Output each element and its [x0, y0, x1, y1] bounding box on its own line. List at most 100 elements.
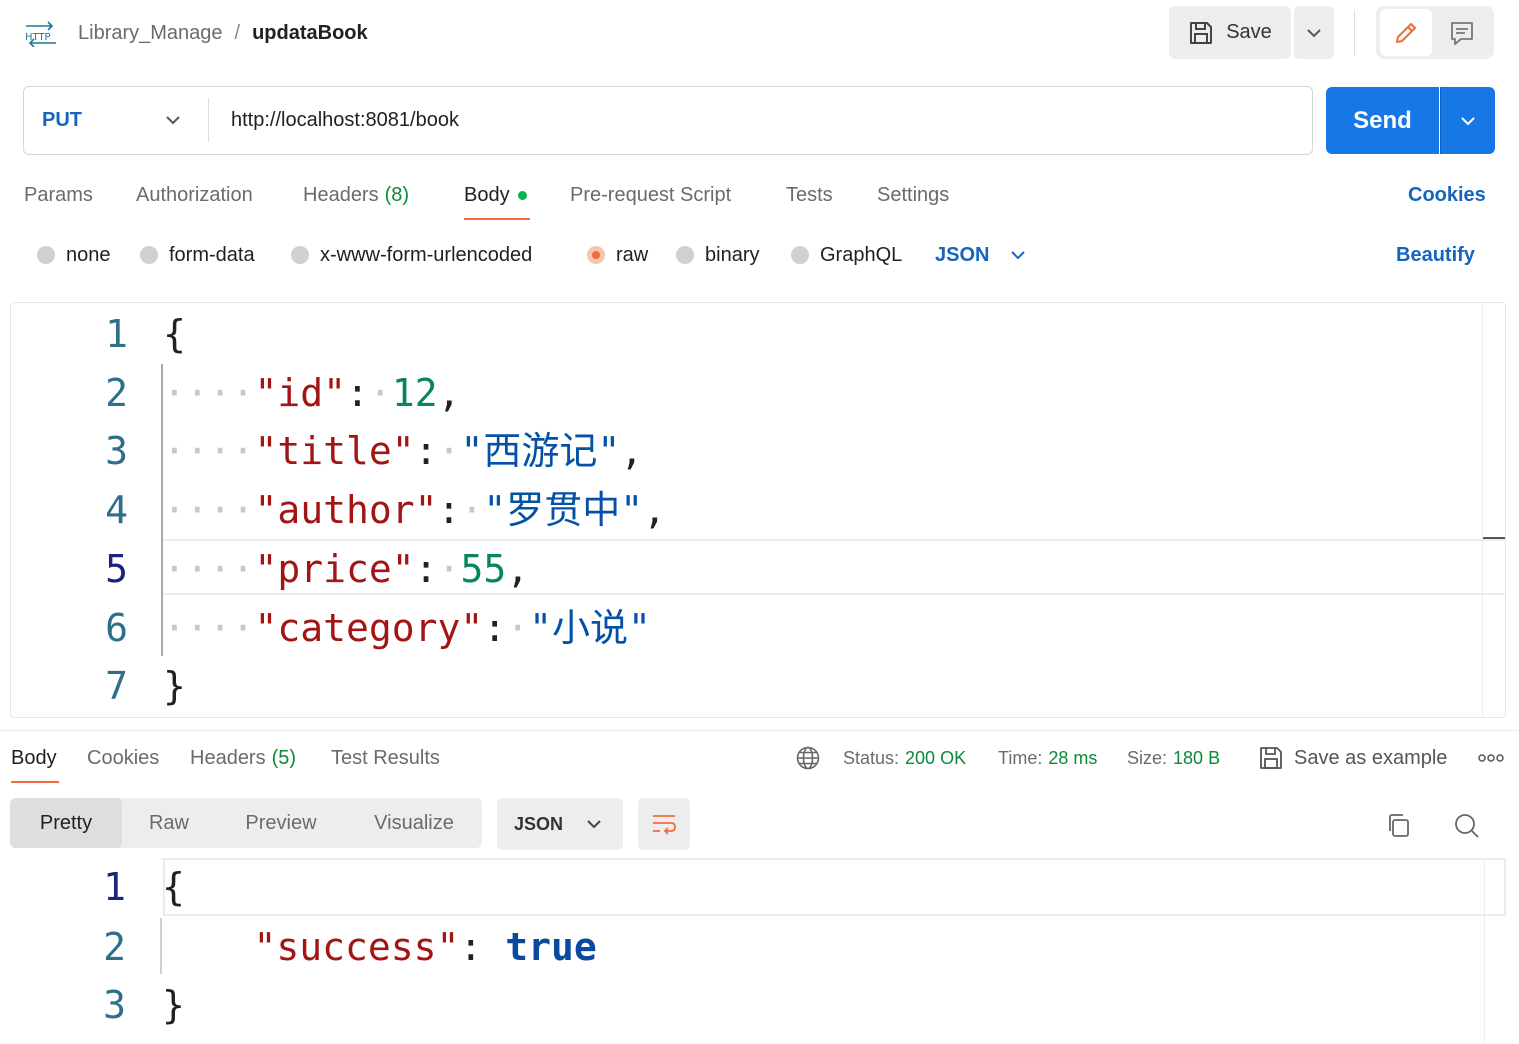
save-as-example-button[interactable]: Save as example [1258, 743, 1447, 773]
code-line: ····"author":·"罗贯中", [163, 488, 666, 532]
current-line-highlight [163, 858, 1506, 916]
line-number: 7 [105, 664, 128, 708]
view-visualize[interactable]: Visualize [352, 798, 476, 848]
save-icon [1190, 21, 1213, 44]
body-indicator-dot [517, 190, 527, 200]
chevron-down-icon [1307, 28, 1321, 37]
save-dropdown-button[interactable] [1294, 6, 1334, 59]
tab-settings[interactable]: Settings [877, 180, 949, 210]
more-horizontal-icon [1478, 754, 1504, 762]
view-preview[interactable]: Preview [224, 798, 338, 848]
request-name[interactable]: updataBook [252, 22, 368, 45]
network-info-button[interactable] [795, 743, 821, 773]
line-number: 4 [105, 488, 128, 532]
search-button[interactable] [1453, 812, 1481, 845]
code-line: } [163, 664, 186, 708]
response-tab-headers[interactable]: Headers (5) [190, 743, 296, 773]
line-number: 2 [105, 371, 128, 415]
url-divider [208, 98, 209, 142]
code-line: { [163, 312, 186, 356]
editor-scrollbar-track[interactable] [1482, 303, 1483, 717]
code-line: "success": true [253, 925, 597, 969]
method-select[interactable]: PUT [24, 87, 208, 154]
active-tab-underline [464, 218, 530, 220]
tab-pre-request-script[interactable]: Pre-request Script [570, 180, 731, 210]
code-line: ····"id":·12, [163, 371, 461, 415]
copy-icon [1389, 814, 1409, 837]
line-number: 1 [105, 312, 128, 356]
chevron-down-icon [587, 820, 601, 829]
svg-text:HTTP: HTTP [25, 32, 51, 43]
search-icon [1455, 814, 1479, 838]
method-value: PUT [42, 109, 82, 131]
tab-authorization[interactable]: Authorization [136, 180, 253, 210]
save-label: Save [1226, 21, 1272, 43]
line-number: 1 [103, 865, 126, 909]
response-tab-cookies[interactable]: Cookies [87, 743, 159, 773]
pane-divider[interactable] [0, 730, 1519, 731]
wrap-icon [653, 815, 676, 835]
line-number: 5 [105, 547, 128, 591]
edit-mode-button[interactable] [1380, 9, 1432, 56]
breadcrumb-collection[interactable]: Library_Manage [78, 22, 223, 45]
comment-icon [1451, 21, 1473, 45]
code-line: } [162, 983, 185, 1027]
save-icon [1260, 747, 1282, 769]
code-line: ····"title":·"西游记", [163, 429, 644, 473]
chevron-down-icon [1011, 251, 1026, 260]
time-readout[interactable]: Time: 28 ms [998, 743, 1097, 773]
radio-graphql[interactable]: GraphQL [791, 240, 902, 270]
viewer-scrollbar-track[interactable] [1484, 858, 1485, 1043]
tab-headers[interactable]: Headers (8) [303, 180, 409, 210]
send-dropdown-button[interactable] [1440, 87, 1495, 154]
headers-count: (8) [384, 183, 410, 206]
radio-binary[interactable]: binary [676, 240, 759, 270]
radio-form-data[interactable]: form-data [140, 240, 255, 270]
tab-tests[interactable]: Tests [786, 180, 833, 210]
copy-button[interactable] [1385, 812, 1413, 845]
radio-dot [37, 246, 55, 264]
url-bar [23, 86, 1313, 155]
radio-dot [291, 246, 309, 264]
code-line: ····"price":·55, [163, 547, 530, 591]
line-number: 3 [105, 429, 128, 473]
radio-dot [140, 246, 158, 264]
wrap-lines-button[interactable] [638, 798, 690, 850]
body-language-select[interactable]: JSON [935, 240, 1027, 270]
breadcrumb-separator: / [234, 21, 241, 44]
chevron-down-icon [1461, 116, 1475, 125]
tab-body[interactable]: Body [464, 180, 527, 210]
save-button[interactable]: Save [1169, 6, 1291, 59]
response-tab-test-results[interactable]: Test Results [331, 743, 440, 773]
toolbar-divider [1354, 10, 1355, 56]
radio-dot [676, 246, 694, 264]
pencil-icon [1396, 22, 1416, 43]
http-icon: HTTP [25, 21, 56, 47]
cookies-link[interactable]: Cookies [1408, 180, 1486, 210]
radio-dot-selected [587, 246, 605, 264]
response-headers-count: (5) [271, 746, 297, 769]
more-options-button[interactable] [1478, 743, 1504, 773]
response-language-select[interactable]: JSON [497, 798, 623, 850]
breadcrumb: HTTP Library_Manage / updataBook [22, 18, 368, 48]
tab-params[interactable]: Params [24, 180, 93, 210]
radio-none[interactable]: none [37, 240, 111, 270]
view-pretty[interactable]: Pretty [10, 798, 122, 848]
url-input[interactable]: http://localhost:8081/book [231, 87, 459, 154]
globe-icon [796, 746, 820, 770]
radio-raw[interactable]: raw [587, 240, 648, 270]
beautify-link[interactable]: Beautify [1396, 240, 1475, 270]
code-line: ····"category":·"小说" [163, 606, 651, 650]
code-line: { [162, 865, 185, 909]
send-button[interactable]: Send [1326, 87, 1439, 154]
radio-x-www-form-urlencoded[interactable]: x-www-form-urlencoded [291, 240, 532, 270]
view-raw[interactable]: Raw [122, 798, 216, 848]
line-number: 3 [103, 983, 126, 1027]
line-number: 6 [105, 606, 128, 650]
radio-dot [791, 246, 809, 264]
status-readout[interactable]: Status: 200 OK [843, 743, 966, 773]
response-tab-body[interactable]: Body [11, 743, 57, 773]
comments-mode-button[interactable] [1436, 9, 1488, 56]
size-readout[interactable]: Size: 180 B [1127, 743, 1220, 773]
line-number: 2 [103, 925, 126, 969]
